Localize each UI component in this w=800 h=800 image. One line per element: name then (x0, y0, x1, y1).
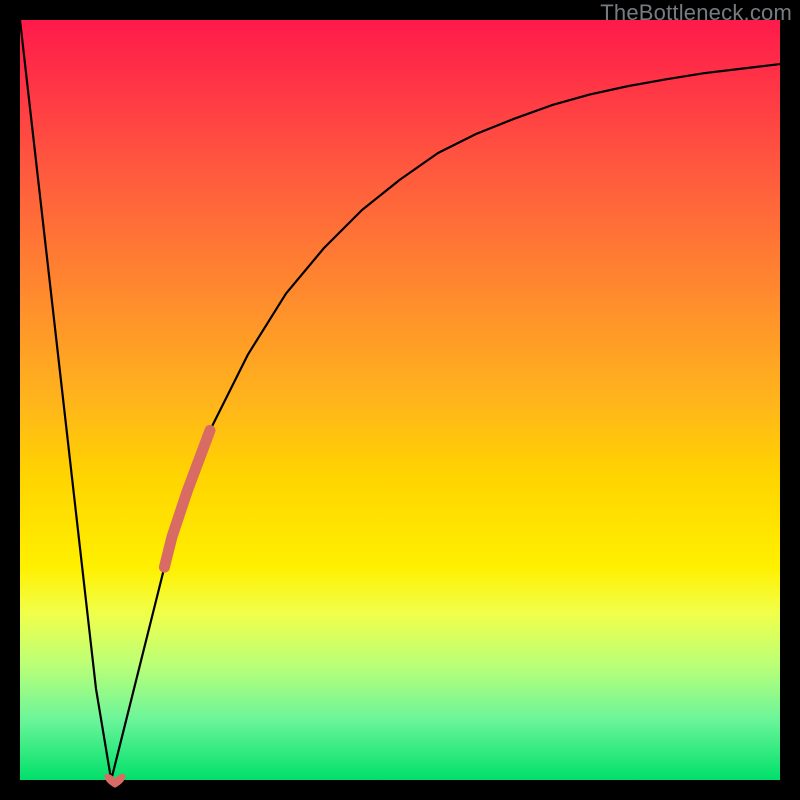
marker-heart-icon (105, 774, 126, 788)
watermark-text: TheBottleneck.com (600, 0, 792, 26)
chart-frame: TheBottleneck.com (0, 0, 800, 800)
chart-svg (20, 20, 780, 780)
highlight-segment (164, 430, 210, 567)
bottleneck-curve (20, 20, 780, 780)
